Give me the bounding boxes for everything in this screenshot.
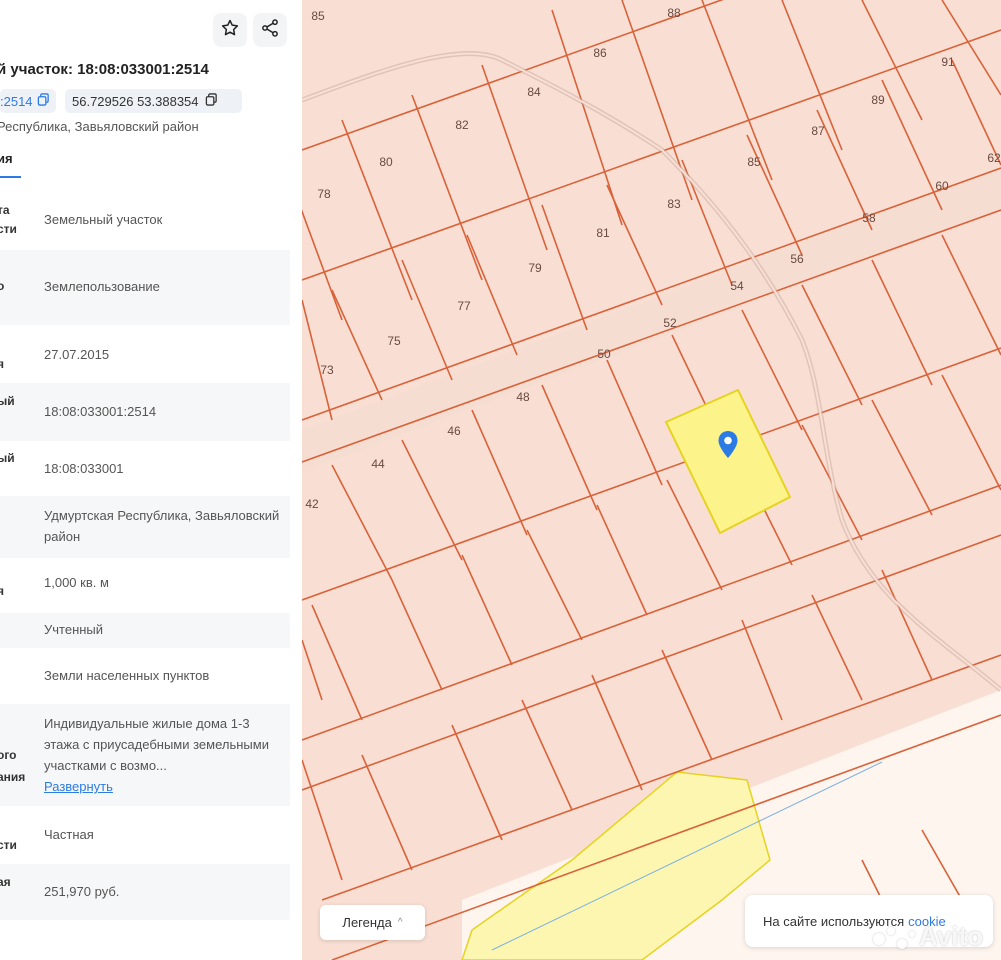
row-value: 27.07.2015 bbox=[44, 347, 110, 362]
plot-number: 77 bbox=[457, 299, 471, 313]
plot-number: 60 bbox=[935, 179, 949, 193]
coordinates-chip[interactable]: 56.729526 53.388354 bbox=[65, 89, 242, 113]
plot-number: 85 bbox=[747, 155, 761, 169]
row-label: сти bbox=[0, 838, 17, 852]
plot-number: 87 bbox=[811, 124, 825, 138]
info-panel: й участок: 18:08:033001:2514 :2514 56.72… bbox=[0, 0, 302, 960]
plot-number: 84 bbox=[527, 85, 541, 99]
row-value: Учтенный bbox=[44, 622, 104, 637]
row-value: Удмуртская Республика, Завьяловский райо… bbox=[44, 508, 280, 544]
parcel-title: й участок: 18:08:033001:2514 bbox=[0, 61, 209, 78]
plot-number: 86 bbox=[593, 46, 607, 60]
plot-number: 85 bbox=[311, 9, 325, 23]
plot-number-labels: 85 88 86 91 84 82 89 87 80 85 62 78 60 83 58 81 56 79 54 77… bbox=[305, 6, 1001, 511]
watermark-text: Avito bbox=[918, 921, 983, 951]
plot-number: 73 bbox=[320, 363, 334, 377]
row-label: я bbox=[0, 357, 5, 371]
star-icon bbox=[220, 18, 240, 43]
plot-number: 42 bbox=[305, 497, 319, 511]
row-value: Индивидуальные жилые дома 1-3 этажа с пр… bbox=[44, 716, 269, 773]
row-label: ания bbox=[0, 770, 26, 784]
plot-number: 44 bbox=[371, 457, 385, 471]
avito-logo-icon bbox=[872, 925, 915, 949]
plot-number: 52 bbox=[663, 316, 677, 330]
cadastral-number-text: :2514 bbox=[0, 93, 33, 109]
share-icon bbox=[260, 18, 280, 43]
legend-button[interactable]: Легенда ^ bbox=[320, 905, 425, 940]
plot-number: 81 bbox=[596, 226, 610, 240]
row-label: ый bbox=[0, 394, 15, 408]
row-value: Земельный участок bbox=[44, 212, 163, 227]
plot-number: 46 bbox=[447, 424, 461, 438]
plot-number: 91 bbox=[941, 55, 955, 69]
row-value-wrap: Индивидуальные жилые дома 1-3 этажа с пр… bbox=[44, 713, 279, 797]
info-row: ый 18:08:033001 bbox=[0, 441, 290, 496]
info-row: та сти Земельный участок bbox=[0, 188, 290, 250]
row-label: ая bbox=[0, 875, 11, 889]
row-value: Земли населенных пунктов bbox=[44, 668, 210, 683]
map-canvas[interactable]: 85 88 86 91 84 82 89 87 80 85 62 78 60 83 58 81 56 79 54 77… bbox=[302, 0, 1001, 960]
plot-number: 58 bbox=[862, 211, 876, 225]
info-row: я 27.07.2015 bbox=[0, 325, 290, 383]
row-value: Землепользование bbox=[44, 279, 160, 294]
info-row: Земли населенных пунктов bbox=[0, 648, 290, 704]
plot-number: 88 bbox=[667, 6, 681, 20]
row-label: ого bbox=[0, 748, 17, 762]
legend-label: Легенда bbox=[342, 915, 392, 930]
plot-number: 82 bbox=[455, 118, 469, 132]
cadastral-number-chip[interactable]: :2514 bbox=[0, 89, 56, 113]
row-value: Частная bbox=[44, 827, 94, 842]
info-row: ая 251,970 руб. bbox=[0, 864, 290, 920]
plot-number: 83 bbox=[667, 197, 681, 211]
cadastral-map[interactable]: 85 88 86 91 84 82 89 87 80 85 62 78 60 83 58 81 56 79 54 77… bbox=[302, 0, 1001, 960]
info-row: Учтенный bbox=[0, 613, 290, 648]
row-label: о bbox=[0, 279, 5, 293]
info-row: ого ания Индивидуальные жилые дома 1-3 э… bbox=[0, 704, 290, 806]
plot-number: 62 bbox=[987, 151, 1001, 165]
row-label: ый bbox=[0, 451, 15, 465]
tab-underline bbox=[0, 176, 21, 178]
plot-number: 75 bbox=[387, 334, 401, 348]
copy-icon[interactable] bbox=[205, 93, 218, 109]
plot-number: 48 bbox=[516, 390, 530, 404]
plot-number: 80 bbox=[379, 155, 393, 169]
track-path bbox=[302, 51, 1001, 692]
info-row: ый 18:08:033001:2514 bbox=[0, 383, 290, 441]
plot-number: 54 bbox=[730, 279, 744, 293]
road-strip bbox=[302, 168, 1001, 472]
tab-information[interactable]: ия bbox=[0, 151, 13, 166]
info-row: о Землепользование bbox=[0, 250, 290, 325]
favorite-button[interactable] bbox=[213, 13, 247, 47]
plot-number: 89 bbox=[871, 93, 885, 107]
info-row: я 1,000 кв. м bbox=[0, 558, 290, 613]
coordinates-text: 56.729526 53.388354 bbox=[72, 93, 199, 109]
chevron-up-icon: ^ bbox=[397, 917, 403, 928]
row-label: я bbox=[0, 584, 5, 598]
copy-icon[interactable] bbox=[37, 93, 50, 109]
avito-watermark: Avito bbox=[872, 921, 983, 952]
plot-number: 50 bbox=[597, 347, 611, 361]
plot-number: 78 bbox=[317, 187, 331, 201]
row-label: сти bbox=[0, 222, 17, 236]
row-value: 251,970 руб. bbox=[44, 884, 120, 899]
share-button[interactable] bbox=[253, 13, 287, 47]
info-row: сти Частная bbox=[0, 806, 290, 864]
row-value: 18:08:033001 bbox=[44, 461, 124, 476]
expand-link[interactable]: Развернуть bbox=[44, 776, 279, 797]
selected-parcel[interactable] bbox=[664, 388, 792, 535]
row-value: 1,000 кв. м bbox=[44, 575, 109, 590]
plot-number: 56 bbox=[790, 252, 804, 266]
plot-number: 79 bbox=[528, 261, 542, 275]
address-line: Республика, Завьяловский район bbox=[0, 119, 199, 134]
info-row: Удмуртская Республика, Завьяловский райо… bbox=[0, 496, 290, 558]
row-value: 18:08:033001:2514 bbox=[44, 404, 157, 419]
